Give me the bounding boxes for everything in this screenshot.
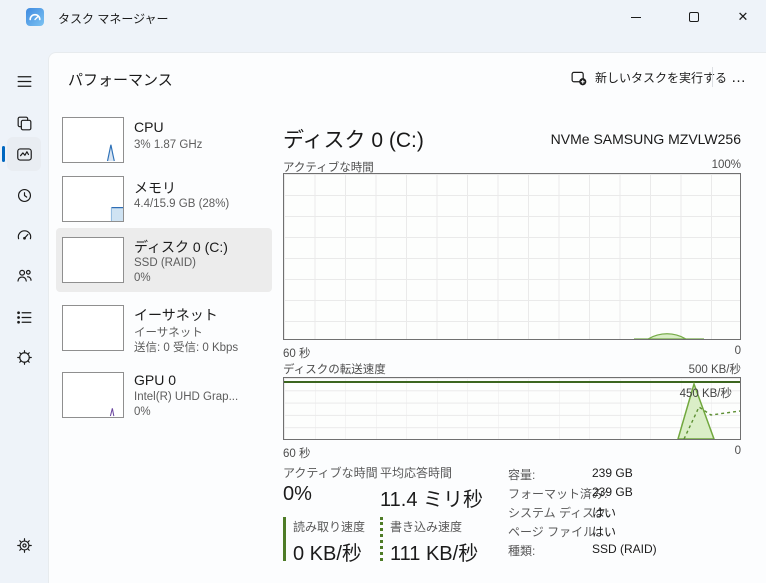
list-icon [16, 310, 31, 324]
menu-button[interactable] [9, 66, 39, 96]
perf-item-cpu[interactable]: CPU 3% 1.87 GHz [56, 112, 272, 170]
read-speed-label: 読み取り速度 [293, 520, 366, 534]
active-time-stat-value: 0% [283, 483, 312, 505]
disk-mini-chart [62, 237, 124, 283]
active-time-chart [283, 173, 741, 340]
ethernet-mini-chart [62, 305, 124, 351]
users-icon [16, 269, 32, 282]
close-icon: ✕ [737, 9, 749, 24]
active-time-bump [634, 333, 704, 339]
cpu-mini-chart [62, 117, 124, 163]
chart2-x-left: 60 秒 [283, 448, 311, 460]
formatted-value: 239 GB [592, 485, 633, 499]
detail-title: ディスク 0 (C:) [283, 129, 424, 152]
perf-item-disk[interactable]: ディスク 0 (C:) SSD (RAID) 0% [56, 228, 272, 292]
task-manager-window: タスク マネージャー ✕ パフォーマンス 新しいタスクを実行する … CPU 3… [0, 0, 766, 583]
chart2-x-right: 0 [734, 445, 741, 457]
sidebar-item-startup-apps[interactable] [9, 220, 39, 250]
type-value: SSD (RAID) [592, 542, 657, 556]
gpu-mini-chart [62, 372, 124, 418]
sidebar-item-performance[interactable] [7, 137, 41, 171]
hamburger-icon [17, 75, 31, 87]
chart1-x-left: 60 秒 [283, 348, 311, 360]
chart2-label: ディスクの転送速度 [283, 364, 386, 376]
minimize-icon [631, 16, 641, 18]
task-manager-logo-icon [26, 8, 44, 26]
minimize-button[interactable] [613, 0, 659, 34]
run-new-task-button[interactable]: 新しいタスクを実行する [560, 62, 737, 92]
page-file-value: はい [592, 525, 617, 539]
speedometer-icon [17, 229, 31, 240]
write-speed-label: 書き込み速度 [390, 520, 463, 534]
new-task-icon [571, 71, 587, 85]
device-model: NVMe SAMSUNG MZVLW256 [550, 131, 741, 147]
capacity-label: 容量: [508, 468, 536, 482]
sidebar-item-app-history[interactable] [9, 180, 39, 210]
sidebar-item-services[interactable] [9, 342, 39, 372]
maximize-button[interactable] [671, 0, 717, 34]
window-title: タスク マネージャー [58, 12, 169, 26]
perf-item-memory[interactable]: メモリ 4.4/15.9 GB (28%) [56, 171, 272, 229]
run-new-task-label: 新しいタスクを実行する [595, 70, 728, 85]
transfer-rate-chart: 450 KB/秒 [283, 377, 741, 440]
type-label: 種類: [508, 544, 536, 558]
chart1-x-right: 0 [734, 345, 741, 357]
maximize-icon [689, 12, 699, 22]
avg-response-stat-label: 平均応答時間 [380, 466, 453, 480]
navigation-rail [0, 34, 48, 583]
page-title: パフォーマンス [68, 72, 173, 89]
chart2-annotation: 450 KB/秒 [679, 388, 732, 400]
sidebar-item-processes[interactable] [9, 108, 39, 138]
write-speed-legend-bar [380, 517, 383, 561]
memory-mini-chart [62, 176, 124, 222]
history-clock-icon [17, 188, 31, 202]
title-bar[interactable]: タスク マネージャー ✕ [0, 0, 766, 34]
more-options-button[interactable]: … [722, 62, 756, 92]
header-divider [712, 67, 713, 87]
perf-item-gpu[interactable]: GPU 0 Intel(R) UHD Grap... 0% [56, 367, 272, 425]
write-speed-value: 111 KB/秒 [390, 543, 479, 565]
capacity-value: 239 GB [592, 466, 633, 480]
sidebar-item-users[interactable] [9, 260, 39, 290]
system-disk-value: はい [592, 506, 617, 520]
chart1-max: 100% [711, 159, 741, 171]
sidebar-item-details[interactable] [9, 302, 39, 332]
active-time-stat-label: アクティブな時間 [283, 466, 378, 480]
services-cog-icon [16, 349, 32, 365]
chart2-max: 500 KB/秒 [688, 364, 741, 376]
selected-indicator [2, 146, 5, 162]
perf-item-ethernet[interactable]: イーサネット イーサネット 送信: 0 受信: 0 Kbps [56, 300, 272, 358]
avg-response-stat-value: 11.4 ミリ秒 [380, 489, 483, 511]
gear-icon [16, 537, 32, 553]
processes-icon [17, 116, 31, 130]
performance-icon [16, 147, 32, 161]
settings-button[interactable] [9, 530, 39, 560]
read-speed-legend-bar [283, 517, 286, 561]
close-button[interactable]: ✕ [720, 0, 766, 34]
ellipsis-icon: … [731, 68, 747, 86]
read-speed-value: 0 KB/秒 [293, 543, 362, 565]
page-file-label: ページ ファイル: [508, 525, 599, 539]
